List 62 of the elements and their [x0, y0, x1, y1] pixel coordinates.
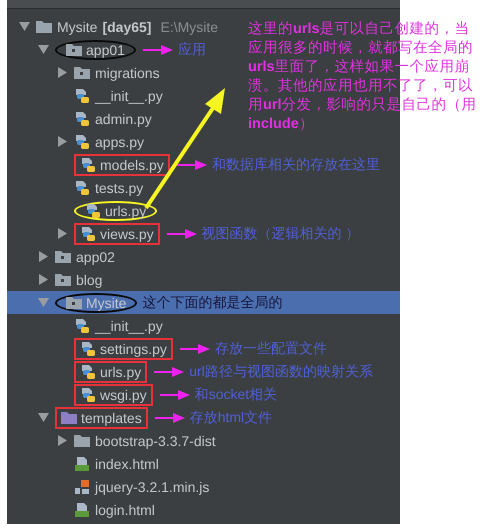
folder-icon — [74, 434, 90, 447]
package-folder-icon — [74, 66, 90, 79]
python-file-icon — [80, 156, 96, 172]
file-name[interactable]: __init__.py — [95, 318, 163, 334]
collapsed-arrow-icon[interactable] — [38, 251, 49, 262]
html-file-icon — [74, 456, 90, 472]
annotation-text: 存放html文件 — [190, 408, 272, 426]
file-name[interactable]: views.py — [100, 226, 154, 242]
package-folder-icon — [55, 273, 71, 286]
file-name[interactable]: templates — [81, 410, 142, 426]
package-folder-icon — [55, 250, 71, 263]
annotation-text: 这个下面的都是全局的 — [142, 294, 282, 312]
collapsed-arrow-icon[interactable] — [57, 435, 68, 446]
package-folder-icon — [66, 296, 82, 309]
file-name[interactable]: settings.py — [100, 340, 167, 356]
python-file-icon — [74, 180, 90, 196]
annotation-text: 和socket相关 — [194, 386, 278, 404]
annotation-text: url路径与视图函数的映射关系 — [189, 362, 373, 380]
file-name[interactable]: index.html — [95, 456, 159, 472]
expanded-arrow-icon[interactable] — [38, 45, 49, 54]
file-name[interactable]: bootstrap-3.3.7-dist — [95, 432, 216, 448]
expanded-arrow-icon[interactable] — [19, 22, 30, 31]
file-name[interactable]: app02 — [76, 248, 115, 264]
file-name[interactable]: login.html — [95, 502, 155, 518]
python-file-icon — [74, 110, 90, 126]
file-name[interactable]: models.py — [100, 156, 164, 172]
collapsed-arrow-icon[interactable] — [57, 136, 68, 147]
collapsed-arrow-icon[interactable] — [57, 228, 68, 239]
file-name[interactable]: app01 — [86, 42, 125, 58]
python-file-icon — [80, 340, 96, 356]
file-name[interactable]: __init__.py — [95, 88, 163, 104]
python-file-icon — [74, 88, 90, 104]
file-name[interactable]: Mysite — [57, 18, 98, 34]
python-file-icon — [80, 226, 96, 242]
file-name[interactable]: apps.py — [95, 134, 144, 150]
collapsed-arrow-icon[interactable] — [38, 274, 49, 285]
annotation-text: 和数据库相关的存放在这里 — [212, 156, 380, 174]
collapsed-arrow-icon[interactable] — [57, 67, 68, 78]
expanded-arrow-icon[interactable] — [38, 413, 49, 422]
file-name[interactable]: wsgi.py — [100, 386, 147, 402]
annotation-text: 存放一些配置文件 — [214, 340, 327, 358]
html-file-icon — [74, 502, 90, 518]
python-file-icon — [80, 364, 96, 380]
python-file-icon — [74, 318, 90, 334]
python-file-icon — [80, 386, 96, 402]
python-file-icon — [74, 134, 90, 150]
file-name[interactable]: admin.py — [95, 110, 152, 126]
file-name[interactable]: migrations — [95, 64, 160, 80]
annotation-text: 应用 — [178, 40, 206, 58]
file-name[interactable]: tests.py — [95, 180, 144, 196]
folder-icon — [61, 411, 77, 424]
file-name[interactable]: blog — [76, 272, 102, 288]
file-name[interactable]: urls.py — [100, 364, 142, 380]
file-name[interactable]: jquery-3.2.1.min.js — [95, 478, 210, 494]
javascript-file-icon — [74, 478, 90, 494]
folder-icon — [36, 20, 52, 33]
annotation-text: 视图函数（逻辑相关的 ） — [202, 224, 360, 242]
file-name[interactable]: urls.py — [105, 202, 146, 218]
module-name: [day65] — [102, 18, 152, 34]
python-file-icon — [85, 202, 101, 218]
package-folder-icon — [66, 43, 82, 56]
project-path: E:\Mysite — [160, 18, 218, 34]
